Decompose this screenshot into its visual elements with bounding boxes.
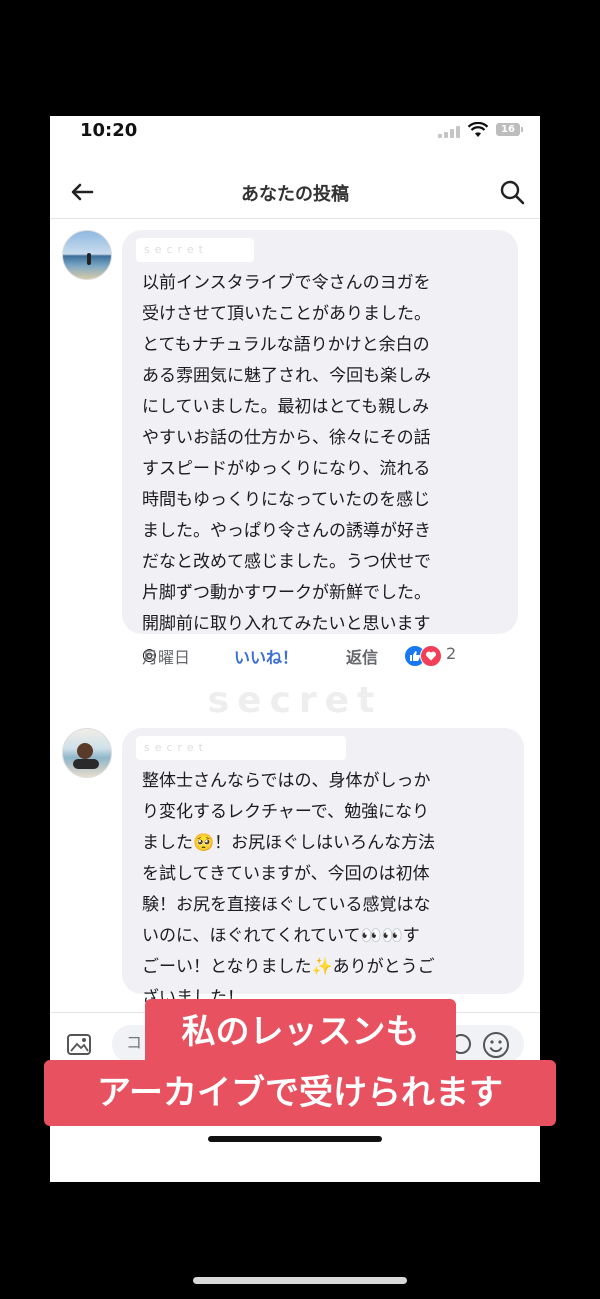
comment-timestamp: 月曜日: [142, 648, 191, 667]
signal-icon: [438, 126, 462, 138]
emoji-icon[interactable]: [482, 1031, 510, 1059]
comment-meta: 月曜日 いいね！ 返信 2: [142, 642, 522, 668]
reaction-count: 2: [446, 644, 457, 663]
watermark: secret: [130, 676, 460, 726]
nav-header: あなたの投稿: [50, 168, 540, 219]
search-icon[interactable]: [498, 178, 526, 206]
heart-icon: [420, 645, 442, 667]
commenter-name-masked: secret: [136, 238, 254, 262]
comment-bubble: secret 整体士さんならではの、身体がしっか り変化するレクチャーで、勉強に…: [122, 728, 524, 1008]
status-bar: 10:20 16: [50, 116, 540, 156]
reaction-icons[interactable]: [404, 644, 444, 667]
caption-banner-line2: アーカイブで受けられます: [44, 1060, 556, 1126]
like-button[interactable]: いいね！: [234, 644, 298, 668]
battery-icon: 16: [496, 123, 523, 136]
avatar[interactable]: [62, 728, 112, 778]
status-time: 10:20: [80, 120, 138, 141]
outer-home-indicator[interactable]: [193, 1277, 407, 1284]
commenter-name-masked: secret: [136, 736, 346, 760]
photo-icon[interactable]: [66, 1031, 96, 1057]
comment-text: 整体士さんならではの、身体がしっか り変化するレクチャーで、勉強になり ました🥺…: [142, 771, 436, 1008]
avatar[interactable]: [62, 230, 112, 280]
comment-text: 以前インスタライブで令さんのヨガを 受けさせて頂いたことがありました。 とてもナ…: [142, 273, 432, 665]
page-title: あなたの投稿: [241, 184, 349, 205]
reply-button[interactable]: 返信: [346, 644, 378, 668]
home-indicator[interactable]: [208, 1136, 382, 1142]
comment-bubble: secret 以前インスタライブで令さんのヨガを 受けさせて頂いたことがありまし…: [122, 230, 518, 665]
wifi-icon: [468, 122, 488, 137]
caption-banner-line1: 私のレッスンも: [145, 999, 456, 1065]
